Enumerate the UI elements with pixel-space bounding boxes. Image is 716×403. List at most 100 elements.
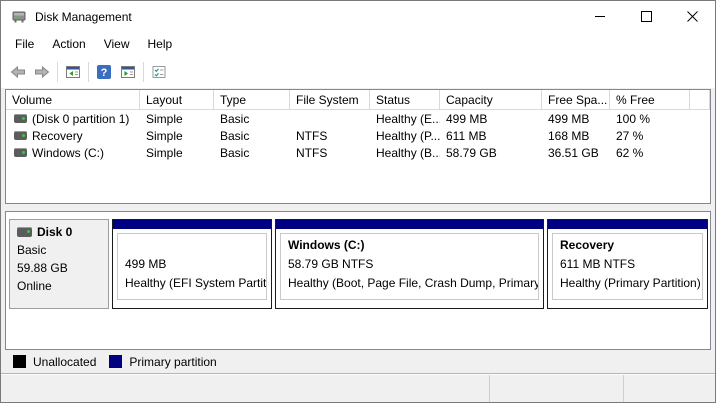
legend-bar: Unallocated Primary partition [1, 350, 715, 374]
partition-status: Healthy (Primary Partition) [560, 274, 702, 293]
disk-type: Basic [17, 241, 108, 259]
column-header-volume[interactable]: Volume [6, 90, 140, 109]
volume-pct-free: 27 % [610, 129, 690, 143]
help-icon: ? [96, 64, 112, 80]
back-arrow-icon [10, 64, 26, 80]
partition-type-band [276, 220, 543, 229]
minimize-button[interactable] [577, 1, 623, 32]
partitions-strip: 499 MB Healthy (EFI System Partiti Windo… [112, 219, 708, 309]
volume-type: Basic [214, 129, 290, 143]
menu-help[interactable]: Help [139, 34, 182, 54]
svg-text:?: ? [101, 67, 108, 79]
show-action-pane-button[interactable] [116, 61, 140, 83]
window-title: Disk Management [35, 9, 577, 24]
toolbar: ? [1, 56, 715, 88]
volume-free-space: 168 MB [542, 129, 610, 143]
partition-status: Healthy (Boot, Page File, Crash Dump, Pr… [288, 274, 538, 293]
window-controls [577, 1, 715, 32]
maximize-button[interactable] [623, 1, 669, 32]
partition-name: Windows (C:) [288, 236, 538, 255]
column-header-capacity[interactable]: Capacity [440, 90, 542, 109]
unallocated-swatch-icon [13, 355, 26, 368]
main-content: Volume Layout Type File System Status Ca… [1, 88, 715, 350]
volume-layout: Simple [140, 112, 214, 126]
toolbar-separator [143, 62, 144, 82]
partition-windows-c[interactable]: Windows (C:) 58.79 GB NTFS Healthy (Boot… [275, 219, 544, 309]
column-header-file-system[interactable]: File System [290, 90, 370, 109]
column-header-type[interactable]: Type [214, 90, 290, 109]
back-button[interactable] [6, 61, 30, 83]
forward-button[interactable] [30, 61, 54, 83]
help-button[interactable]: ? [92, 61, 116, 83]
status-bar [1, 374, 715, 402]
column-header-status[interactable]: Status [370, 90, 440, 109]
partition-size: 499 MB [125, 255, 266, 274]
close-icon [687, 11, 698, 22]
partition-status: Healthy (EFI System Partiti [125, 274, 266, 293]
menu-file[interactable]: File [6, 34, 43, 54]
volume-name: Recovery [32, 129, 83, 143]
volume-name: Windows (C:) [32, 146, 104, 160]
partition-recovery[interactable]: Recovery 611 MB NTFS Healthy (Primary Pa… [547, 219, 708, 309]
volume-status: Healthy (B... [370, 146, 440, 160]
menubar: File Action View Help [1, 32, 715, 56]
partition-size: 58.79 GB NTFS [288, 255, 538, 274]
legend-unallocated: Unallocated [13, 355, 96, 369]
action-pane-icon [120, 64, 136, 80]
volume-row-windows-c[interactable]: Windows (C:) Simple Basic NTFS Healthy (… [6, 144, 710, 161]
volume-capacity: 499 MB [440, 112, 542, 126]
disk-status: Online [17, 277, 108, 295]
partition-type-band [113, 220, 271, 229]
maximize-icon [641, 11, 652, 22]
status-bar-section [1, 375, 490, 402]
volume-free-space: 499 MB [542, 112, 610, 126]
volume-name: (Disk 0 partition 1) [32, 112, 129, 126]
volume-list-header: Volume Layout Type File System Status Ca… [6, 90, 710, 110]
properties-checklist-icon [151, 64, 167, 80]
volume-free-space: 36.51 GB [542, 146, 610, 160]
legend-label: Unallocated [33, 355, 96, 369]
partition-name [125, 236, 266, 255]
disk-size: 59.88 GB [17, 259, 108, 277]
disk-management-app-icon [11, 9, 27, 25]
titlebar: Disk Management [1, 1, 715, 32]
volume-list-pane: Volume Layout Type File System Status Ca… [5, 89, 711, 204]
legend-label: Primary partition [129, 355, 216, 369]
partition-type-band [548, 220, 707, 229]
show-console-tree-button[interactable] [61, 61, 85, 83]
volume-icon [14, 114, 27, 123]
column-header-layout[interactable]: Layout [140, 90, 214, 109]
toolbar-separator [88, 62, 89, 82]
volume-type: Basic [214, 112, 290, 126]
legend-primary-partition: Primary partition [109, 355, 216, 369]
column-header-stub [690, 90, 710, 109]
disk-0-row: Disk 0 Basic 59.88 GB Online 499 MB Heal… [9, 219, 710, 309]
properties-button[interactable] [147, 61, 171, 83]
volume-file-system: NTFS [290, 129, 370, 143]
volume-row-disk0-partition1[interactable]: (Disk 0 partition 1) Simple Basic Health… [6, 110, 710, 127]
status-bar-section [490, 375, 624, 402]
volume-status: Healthy (E... [370, 112, 440, 126]
menu-action[interactable]: Action [43, 34, 94, 54]
volume-icon [14, 131, 27, 140]
disk-name: Disk 0 [37, 225, 72, 239]
column-header-pct-free[interactable]: % Free [610, 90, 690, 109]
close-button[interactable] [669, 1, 715, 32]
column-header-free-space[interactable]: Free Spa... [542, 90, 610, 109]
disk-management-window: Disk Management File Action View Help [0, 0, 716, 403]
volume-row-recovery[interactable]: Recovery Simple Basic NTFS Healthy (P...… [6, 127, 710, 144]
volume-status: Healthy (P... [370, 129, 440, 143]
volume-layout: Simple [140, 129, 214, 143]
forward-arrow-icon [34, 64, 50, 80]
volume-capacity: 611 MB [440, 129, 542, 143]
volume-capacity: 58.79 GB [440, 146, 542, 160]
disk-0-header[interactable]: Disk 0 Basic 59.88 GB Online [9, 219, 109, 309]
volume-type: Basic [214, 146, 290, 160]
status-bar-section [624, 375, 715, 402]
partition-size: 611 MB NTFS [560, 255, 702, 274]
partition-efi[interactable]: 499 MB Healthy (EFI System Partiti [112, 219, 272, 309]
primary-partition-swatch-icon [109, 355, 122, 368]
console-tree-icon [65, 64, 81, 80]
volume-pct-free: 100 % [610, 112, 690, 126]
menu-view[interactable]: View [95, 34, 139, 54]
